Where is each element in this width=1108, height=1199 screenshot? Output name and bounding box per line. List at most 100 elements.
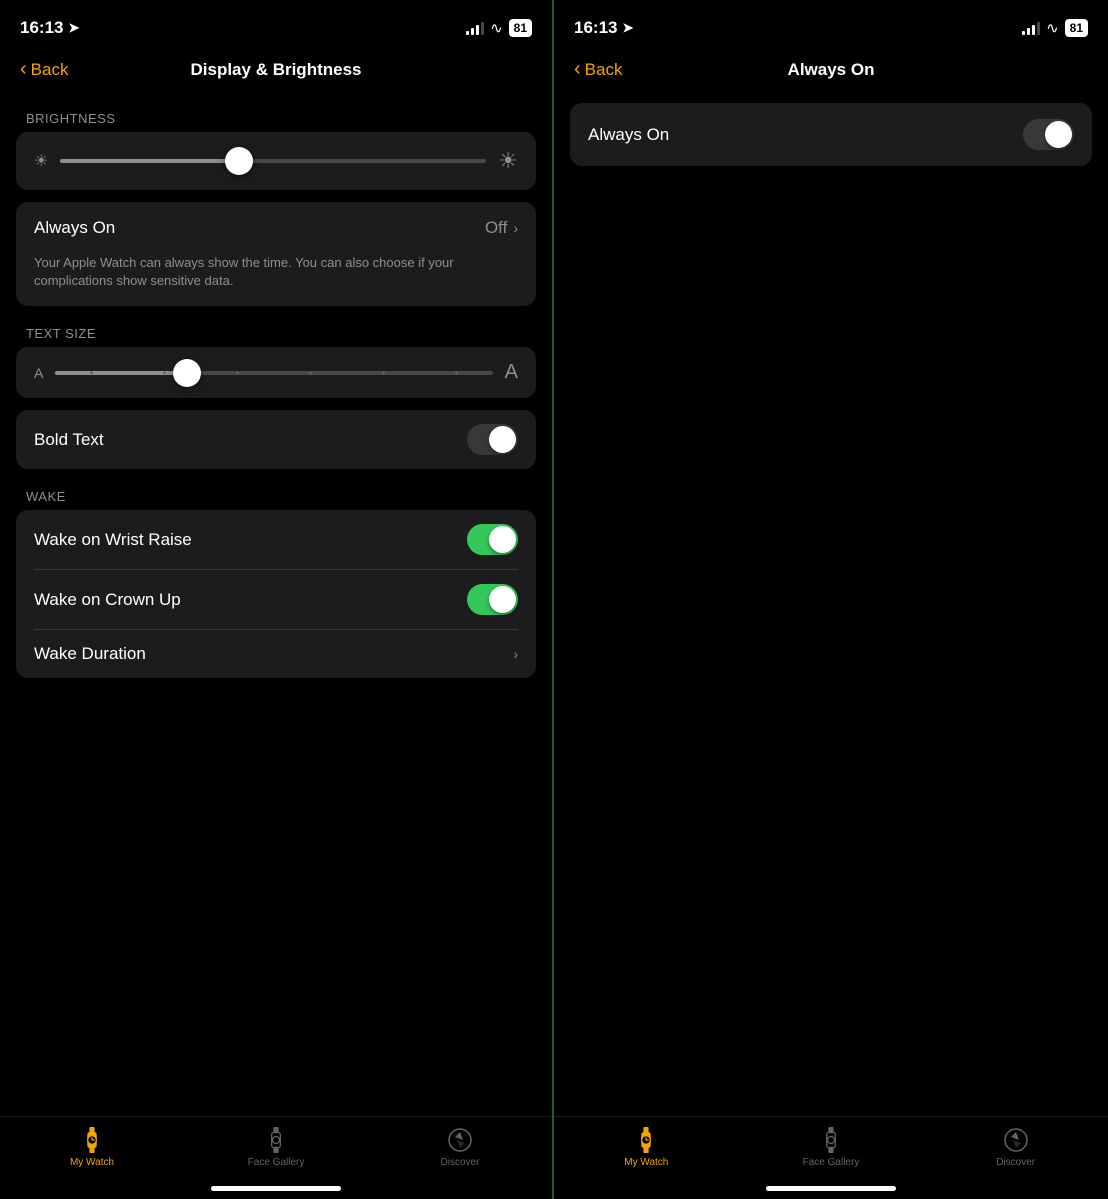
text-size-slider-thumb[interactable] bbox=[173, 359, 201, 387]
text-size-card: A A bbox=[16, 347, 536, 398]
face-gallery-icon-right bbox=[818, 1127, 844, 1153]
brightness-slider-row: ☀ ☀ bbox=[16, 132, 536, 190]
tab-my-watch-left[interactable]: My Watch bbox=[57, 1127, 127, 1168]
always-on-chevron: › bbox=[513, 220, 518, 236]
nav-bar-left: ‹ Back Display & Brightness bbox=[0, 50, 552, 93]
always-on-status: Off bbox=[485, 218, 507, 238]
always-on-toggle[interactable] bbox=[1023, 119, 1074, 150]
tab-my-watch-label-left: My Watch bbox=[70, 1157, 114, 1168]
brightness-slider-track[interactable] bbox=[60, 159, 486, 163]
wake-duration-chevron: › bbox=[513, 646, 518, 662]
tab-my-watch-label-right: My Watch bbox=[624, 1157, 668, 1168]
tick-5 bbox=[382, 371, 385, 374]
content-right: Always On bbox=[554, 93, 1108, 1116]
back-button-left[interactable]: ‹ Back bbox=[20, 58, 68, 81]
tab-my-watch-right[interactable]: My Watch bbox=[611, 1127, 681, 1168]
status-icons-right: ∿ 81 bbox=[1022, 19, 1088, 37]
wifi-icon-right: ∿ bbox=[1046, 19, 1059, 37]
back-label-right: Back bbox=[585, 60, 623, 80]
wake-card: Wake on Wrist Raise Wake on Crown Up Wak… bbox=[16, 510, 536, 678]
bold-text-toggle-knob bbox=[489, 426, 516, 453]
back-chevron-left: ‹ bbox=[20, 58, 27, 81]
bold-text-card: Bold Text bbox=[16, 410, 536, 469]
left-screen: 16:13 ➤ ∿ 81 ‹ Back Display & Brightness… bbox=[0, 0, 554, 1199]
text-size-section-label: TEXT SIZE bbox=[16, 318, 536, 347]
tab-face-gallery-right[interactable]: Face Gallery bbox=[796, 1127, 866, 1168]
tab-discover-right[interactable]: Discover bbox=[981, 1127, 1051, 1168]
tick-1 bbox=[90, 371, 93, 374]
page-title-right: Always On bbox=[788, 60, 875, 80]
wake-wrist-label: Wake on Wrist Raise bbox=[34, 530, 192, 550]
always-on-row[interactable]: Always On Off › bbox=[16, 202, 536, 254]
location-icon: ➤ bbox=[68, 20, 79, 36]
my-watch-icon-left bbox=[79, 1127, 105, 1153]
battery-level-right: 81 bbox=[1070, 21, 1083, 35]
wake-duration-row[interactable]: Wake Duration › bbox=[16, 630, 536, 678]
brightness-card: ☀ ☀ bbox=[16, 132, 536, 190]
bold-text-toggle[interactable] bbox=[467, 424, 518, 455]
battery-icon-right: 81 bbox=[1065, 19, 1088, 37]
home-indicator-left bbox=[211, 1186, 341, 1191]
always-on-card: Always On Off › Your Apple Watch can alw… bbox=[16, 202, 536, 306]
back-button-right[interactable]: ‹ Back bbox=[574, 58, 622, 81]
status-bar-left: 16:13 ➤ ∿ 81 bbox=[0, 0, 552, 50]
location-icon-right: ➤ bbox=[622, 20, 633, 36]
text-size-large-icon: A bbox=[505, 361, 518, 384]
brightness-low-icon: ☀ bbox=[34, 151, 48, 171]
text-size-slider-track[interactable] bbox=[55, 371, 492, 375]
brightness-slider-thumb[interactable] bbox=[225, 147, 253, 175]
back-chevron-right: ‹ bbox=[574, 58, 581, 81]
nav-bar-right: ‹ Back Always On bbox=[554, 50, 1108, 93]
tab-discover-label-right: Discover bbox=[996, 1157, 1035, 1168]
battery-icon: 81 bbox=[509, 19, 532, 37]
signal-icon bbox=[466, 21, 484, 35]
always-on-description: Your Apple Watch can always show the tim… bbox=[16, 254, 536, 306]
status-bar-right: 16:13 ➤ ∿ 81 bbox=[554, 0, 1108, 50]
wake-wrist-toggle[interactable] bbox=[467, 524, 518, 555]
tick-6 bbox=[455, 371, 458, 374]
tab-bar-right: My Watch Face Gallery Discover bbox=[554, 1116, 1108, 1199]
discover-icon-left bbox=[447, 1127, 473, 1153]
wifi-icon: ∿ bbox=[490, 19, 503, 37]
wake-crown-label: Wake on Crown Up bbox=[34, 590, 181, 610]
always-on-label: Always On bbox=[34, 218, 115, 238]
tab-bar-left: My Watch Face Gallery Discover bbox=[0, 1116, 552, 1199]
face-gallery-icon-left bbox=[263, 1127, 289, 1153]
tick-3 bbox=[236, 371, 239, 374]
bold-text-row: Bold Text bbox=[16, 410, 536, 469]
wake-wrist-toggle-knob bbox=[489, 526, 516, 553]
tab-discover-label-left: Discover bbox=[441, 1157, 480, 1168]
discover-icon-right bbox=[1003, 1127, 1029, 1153]
text-size-small-icon: A bbox=[34, 365, 43, 381]
brightness-section-label: BRIGHTNESS bbox=[16, 103, 536, 132]
right-screen: 16:13 ➤ ∿ 81 ‹ Back Always On bbox=[554, 0, 1108, 1199]
tab-face-gallery-label-left: Face Gallery bbox=[248, 1157, 305, 1168]
always-on-toggle-knob bbox=[1045, 121, 1072, 148]
tab-face-gallery-left[interactable]: Face Gallery bbox=[241, 1127, 311, 1168]
text-size-slider-row: A A bbox=[16, 347, 536, 398]
tab-discover-left[interactable]: Discover bbox=[425, 1127, 495, 1168]
tab-face-gallery-label-right: Face Gallery bbox=[803, 1157, 860, 1168]
tick-4 bbox=[309, 371, 312, 374]
time-left: 16:13 ➤ bbox=[20, 18, 79, 38]
brightness-slider-fill bbox=[60, 159, 239, 163]
wake-wrist-row: Wake on Wrist Raise bbox=[16, 510, 536, 569]
content-left: BRIGHTNESS ☀ ☀ Always On Off › Your Appl… bbox=[0, 93, 552, 1116]
wake-crown-toggle[interactable] bbox=[467, 584, 518, 615]
wake-crown-row: Wake on Crown Up bbox=[16, 570, 536, 629]
wake-crown-toggle-knob bbox=[489, 586, 516, 613]
status-icons-left: ∿ 81 bbox=[466, 19, 532, 37]
home-indicator-right bbox=[766, 1186, 896, 1191]
brightness-high-icon: ☀ bbox=[498, 148, 518, 174]
back-label-left: Back bbox=[31, 60, 69, 80]
time-text-right: 16:13 bbox=[574, 18, 617, 38]
battery-level: 81 bbox=[514, 21, 527, 35]
page-title-left: Display & Brightness bbox=[191, 60, 362, 80]
my-watch-icon-right bbox=[633, 1127, 659, 1153]
wake-duration-label: Wake Duration bbox=[34, 644, 146, 664]
time-right: 16:13 ➤ bbox=[574, 18, 633, 38]
tick-2 bbox=[163, 371, 166, 374]
always-on-toggle-label: Always On bbox=[588, 125, 669, 145]
always-on-toggle-row: Always On bbox=[570, 103, 1092, 166]
bold-text-label: Bold Text bbox=[34, 430, 104, 450]
